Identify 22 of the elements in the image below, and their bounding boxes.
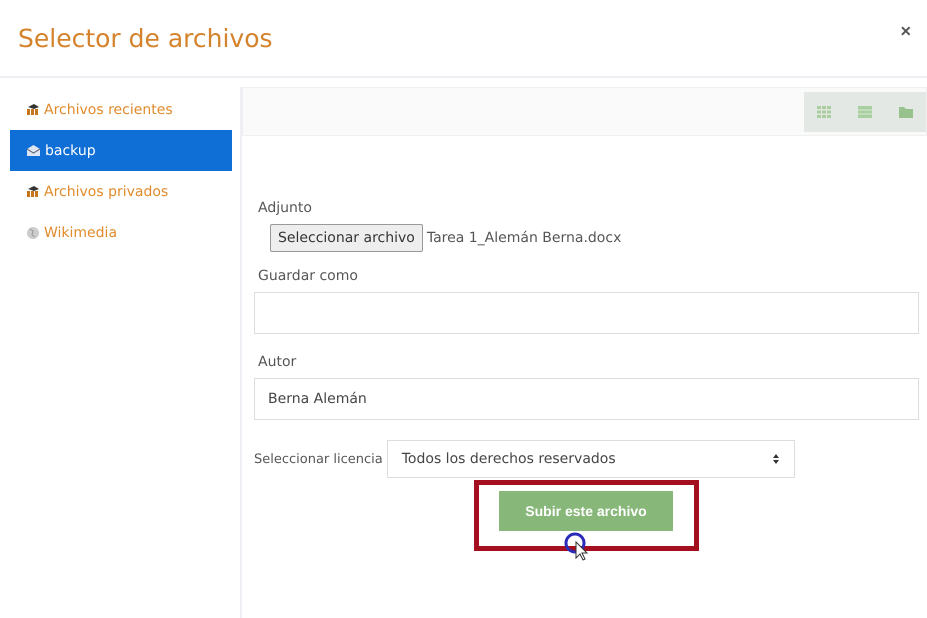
close-button[interactable]: × xyxy=(894,20,917,42)
license-select[interactable]: Todos los derechos reservados xyxy=(386,440,795,478)
list-icon[interactable] xyxy=(856,104,873,118)
repository-item[interactable]: Wikimedia xyxy=(10,212,232,253)
folder-icon[interactable] xyxy=(898,104,914,118)
field-label: Seleccionar licencia xyxy=(254,452,383,466)
save-as-field[interactable] xyxy=(254,292,919,334)
choose-file-button[interactable]: Seleccionar archivo xyxy=(270,224,423,252)
grid-icon[interactable] xyxy=(816,104,832,118)
field-label: Autor xyxy=(258,354,298,370)
field-label: Guardar como xyxy=(258,268,359,284)
repository-item[interactable]: Archivos recientes xyxy=(10,89,232,130)
dialog-title: Selector de archivos xyxy=(18,24,273,52)
file-name: Tarea 1_Alemán Berna.docx xyxy=(426,230,622,246)
sort-arrows-icon xyxy=(772,453,780,465)
cursor-icon xyxy=(564,532,590,562)
field-label: Adjunto xyxy=(258,200,313,216)
repository-item[interactable]: backup xyxy=(10,130,232,171)
repository-item[interactable]: Archivos privados xyxy=(10,171,232,212)
archive-icon xyxy=(26,144,41,157)
author-field[interactable]: Berna Alemán xyxy=(254,378,919,420)
globe-icon xyxy=(26,226,40,240)
